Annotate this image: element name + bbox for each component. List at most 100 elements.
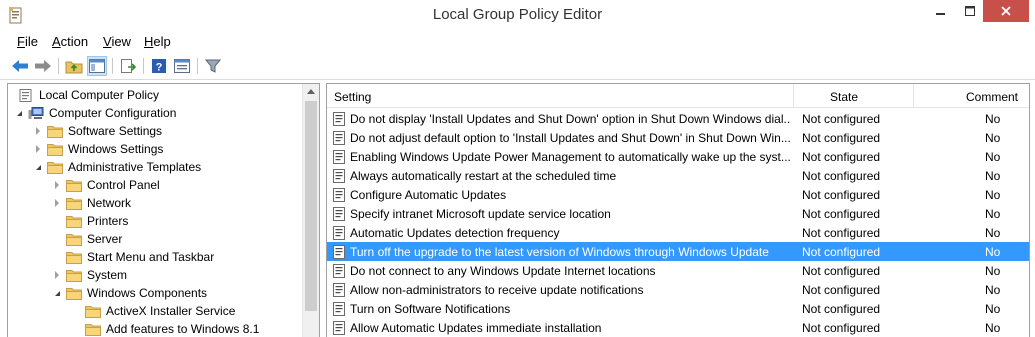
minimize-icon [936,13,945,15]
setting-row[interactable]: Specify intranet Microsoft update servic… [327,204,1029,223]
menu-file[interactable]: File [17,34,38,49]
folder-icon [47,161,63,174]
tree-item-label: Add features to Windows 8.1 [106,322,260,336]
svg-text:?: ? [156,62,163,74]
tree-item-label: Network [87,196,132,210]
column-header-state[interactable]: State [830,84,858,108]
setting-state: Not configured [802,321,881,335]
tree-item[interactable]: Control Panel [50,176,160,194]
folder-icon [66,251,82,264]
tree-item[interactable]: Start Menu and Taskbar [50,248,214,266]
policy-setting-icon [333,245,345,259]
folder-icon [66,179,82,192]
tree-scrollbar[interactable] [302,84,319,337]
help-button[interactable]: ? [149,56,169,76]
collapsed-arrow-icon[interactable] [31,122,45,140]
setting-comment: No [985,226,1001,240]
toolbar-separator [197,58,198,74]
forward-icon [35,60,51,72]
scrollbar-thumb[interactable] [305,101,317,311]
tree-item[interactable]: Printers [50,212,128,230]
setting-comment: No [985,264,1001,278]
filter-button[interactable] [203,56,223,76]
filter-icon [205,59,221,73]
setting-name: Do not connect to any Windows Update Int… [350,264,656,278]
menu-view[interactable]: View [103,34,131,49]
maximize-button[interactable] [957,0,983,22]
tree-item[interactable]: Local Computer Policy [12,86,159,104]
setting-row[interactable]: Allow non-administrators to receive upda… [327,280,1029,299]
setting-row[interactable]: Automatic Updates detection frequency Not… [327,223,1029,242]
tree-item[interactable]: Add features to Windows 8.1 [69,320,259,337]
policy-setting-icon [333,226,345,240]
setting-row[interactable]: Allow Automatic Updates immediate instal… [327,318,1029,337]
setting-state: Not configured [802,302,881,316]
up-one-level-button[interactable] [64,56,84,76]
expanded-arrow-icon[interactable] [12,104,26,122]
menu-bar: File Action View Help [0,31,1035,51]
setting-row[interactable]: Configure Automatic Updates Not configure… [327,185,1029,204]
menu-action[interactable]: Action [52,34,88,49]
folder-icon [85,305,101,318]
properties-button[interactable] [172,56,192,76]
scroll-up-arrow-icon[interactable] [307,89,315,94]
tree-item-label: Start Menu and Taskbar [87,250,215,264]
tree-item[interactable]: Network [50,194,131,212]
setting-row[interactable]: Turn on Software Notifications Not config… [327,299,1029,318]
setting-comment: No [985,321,1001,335]
setting-state: Not configured [802,226,881,240]
tree-item-label: Control Panel [87,178,160,192]
setting-row[interactable]: Do not connect to any Windows Update Int… [327,261,1029,280]
toolbar: ? [0,52,1035,80]
forward-button[interactable] [33,56,53,76]
setting-row[interactable]: Turn off the upgrade to the latest versi… [327,242,1029,261]
menu-help[interactable]: Help [144,34,171,49]
setting-row[interactable]: Enabling Windows Update Power Management… [327,147,1029,166]
tree-item[interactable]: Server [50,230,122,248]
column-header-comment[interactable]: Comment [966,84,1018,108]
back-button[interactable] [10,56,30,76]
collapsed-arrow-icon[interactable] [50,194,64,212]
console-tree[interactable]: Local Computer Policy Computer Configurat… [7,83,320,337]
tree-item[interactable]: Administrative Templates [31,158,201,176]
minimize-button[interactable] [925,0,957,22]
settings-list[interactable]: Setting State Comment Do not display 'In… [326,83,1030,337]
tree-item[interactable]: Computer Configuration [12,104,176,122]
export-list-button[interactable] [118,56,138,76]
collapsed-arrow-icon[interactable] [50,266,64,284]
tree-item[interactable]: Software Settings [31,122,162,140]
setting-comment: No [985,245,1001,259]
setting-state: Not configured [802,264,881,278]
show-hide-console-tree-button[interactable] [87,56,107,76]
setting-comment: No [985,188,1001,202]
collapsed-arrow-icon[interactable] [31,140,45,158]
tree-item-label: Local Computer Policy [39,88,160,102]
tree-item-label: Printers [87,214,129,228]
setting-row[interactable]: Do not display 'Install Updates and Shut… [327,109,1029,128]
setting-name: Allow Automatic Updates immediate instal… [350,321,602,335]
tree-item[interactable]: Windows Components [50,284,207,302]
collapsed-arrow-icon[interactable] [50,176,64,194]
folder-icon [66,215,82,228]
policy-setting-icon [333,169,345,183]
setting-row[interactable]: Always automatically restart at the sche… [327,166,1029,185]
column-divider[interactable] [913,84,914,108]
expanded-arrow-icon[interactable] [31,158,45,176]
close-button[interactable] [983,0,1029,22]
setting-name: Turn on Software Notifications [350,302,511,316]
column-header-setting[interactable]: Setting [334,84,371,108]
setting-row[interactable]: Do not adjust default option to 'Install… [327,128,1029,147]
policy-setting-icon [333,207,345,221]
tree-item[interactable]: ActiveX Installer Service [69,302,235,320]
maximize-icon [965,6,975,16]
tree-item[interactable]: System [50,266,127,284]
back-icon [12,60,28,72]
setting-state: Not configured [802,112,881,126]
expanded-arrow-icon[interactable] [50,284,64,302]
column-divider[interactable] [793,84,794,108]
tree-item[interactable]: Windows Settings [31,140,163,158]
